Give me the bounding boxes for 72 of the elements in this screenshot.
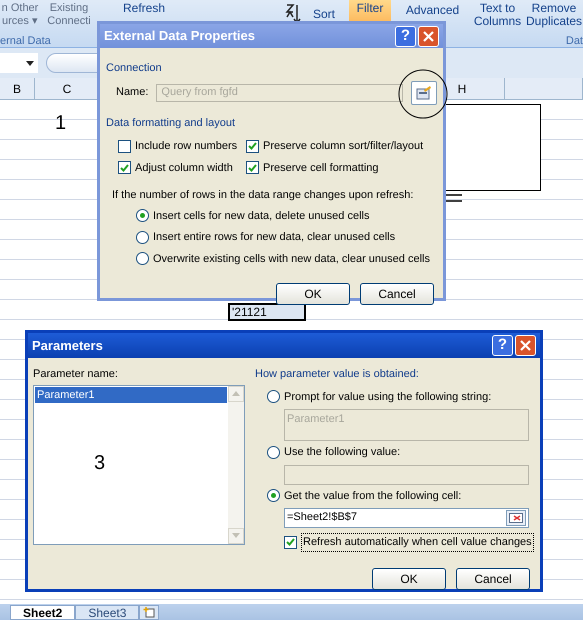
dialog-button[interactable]: Cancel [360, 283, 434, 305]
list-label: Parameter name: [33, 367, 119, 382]
circle-annotation [397, 68, 449, 120]
cell-value: '21121 [232, 304, 267, 321]
handwritten-number: 3 [94, 450, 106, 476]
radio-label: Overwrite existing cells with new data, clear unused cells [153, 252, 430, 266]
radio-label: Prompt for value using the following string: [284, 390, 492, 404]
name-box[interactable] [0, 53, 38, 73]
section-label: Data formatting and layout [106, 116, 236, 130]
ribbon-button[interactable]: n Other urces ▾ [2, 0, 38, 28]
checkbox[interactable] [284, 536, 297, 549]
checkbox-label: Preserve cell formatting [263, 160, 379, 176]
ribbon-button[interactable]: Text to Columns [474, 0, 522, 28]
new-sheet-icon[interactable] [139, 605, 160, 620]
dialog-button[interactable]: OK [372, 568, 446, 590]
checkbox-label: Refresh automatically when cell value changes [301, 533, 534, 552]
radio-button[interactable] [267, 489, 280, 502]
checkmark-icon [286, 538, 295, 546]
parameter-list[interactable]: Parameter1 3 [33, 384, 245, 544]
section-label: Connection [106, 61, 163, 76]
column-header: B [12, 80, 21, 98]
checkbox[interactable] [246, 140, 259, 153]
checkbox[interactable] [118, 161, 131, 174]
value-field[interactable]: =Sheet2!$B$7 [284, 508, 529, 528]
window-title: Parameters [32, 336, 103, 355]
group-label: How parameter value is obtained: [255, 367, 420, 382]
radio-label: Insert entire rows for new data, clear unused cells [153, 230, 396, 245]
instruction-text: If the number of rows in the data range changes upon refresh: [111, 188, 414, 203]
window-title: External Data Properties [104, 27, 256, 46]
ribbon-button[interactable]: Refresh [122, 0, 166, 15]
dialog-button[interactable]: Cancel [456, 568, 530, 590]
sheet-tab[interactable]: Sheet3 [75, 605, 140, 620]
close-icon [520, 340, 531, 351]
checkbox-label: Adjust column width [135, 160, 233, 176]
help-button[interactable]: ? [395, 26, 416, 46]
list-item[interactable]: Parameter1 [35, 386, 227, 403]
handwritten-number: 1 [55, 111, 66, 136]
sheet-tab[interactable]: Sheet2 [10, 605, 76, 620]
ribbon-button[interactable]: Remove Duplicates [526, 0, 582, 28]
group-label: Dat [566, 34, 583, 49]
sort-button[interactable]: Sort [312, 5, 335, 23]
close-button[interactable] [418, 26, 439, 46]
checkmark-icon [248, 164, 257, 172]
radio-label: Get the value from the following cell: [284, 488, 462, 504]
dialog-button[interactable]: OK [276, 283, 350, 305]
radio-label: Insert cells for new data, delete unused cells [153, 208, 370, 224]
group-label: ernal Data [0, 34, 51, 49]
close-icon [423, 30, 434, 42]
radio-button[interactable] [136, 209, 149, 222]
checkmark-icon [248, 142, 257, 150]
checkmark-icon [120, 164, 129, 172]
close-button[interactable] [515, 335, 536, 356]
help-button[interactable]: ? [492, 335, 513, 356]
checkbox[interactable] [118, 140, 131, 153]
checkbox-label: Preserve column sort/filter/layout [263, 139, 424, 154]
window-edit-icon [416, 85, 432, 100]
dropdown-icon [26, 60, 34, 66]
radio-label: Use the following value: [284, 445, 400, 460]
radio-button[interactable] [267, 390, 280, 404]
scroll-up-icon[interactable] [228, 386, 244, 402]
radio-button[interactable] [267, 446, 280, 459]
checkbox[interactable] [246, 161, 259, 174]
ribbon-button[interactable]: Advanced [406, 0, 460, 17]
column-header: H [458, 80, 466, 98]
column-header: C [62, 80, 72, 98]
field-label: Name: [116, 85, 148, 100]
checkbox-label: Include row numbers [135, 139, 238, 154]
radio-button[interactable] [136, 230, 149, 244]
ribbon-button[interactable]: Existing Connecti [47, 0, 91, 28]
collapse-dialog-icon[interactable] [506, 510, 526, 526]
connection-properties-button[interactable] [411, 80, 437, 104]
radio-button[interactable] [136, 252, 149, 266]
